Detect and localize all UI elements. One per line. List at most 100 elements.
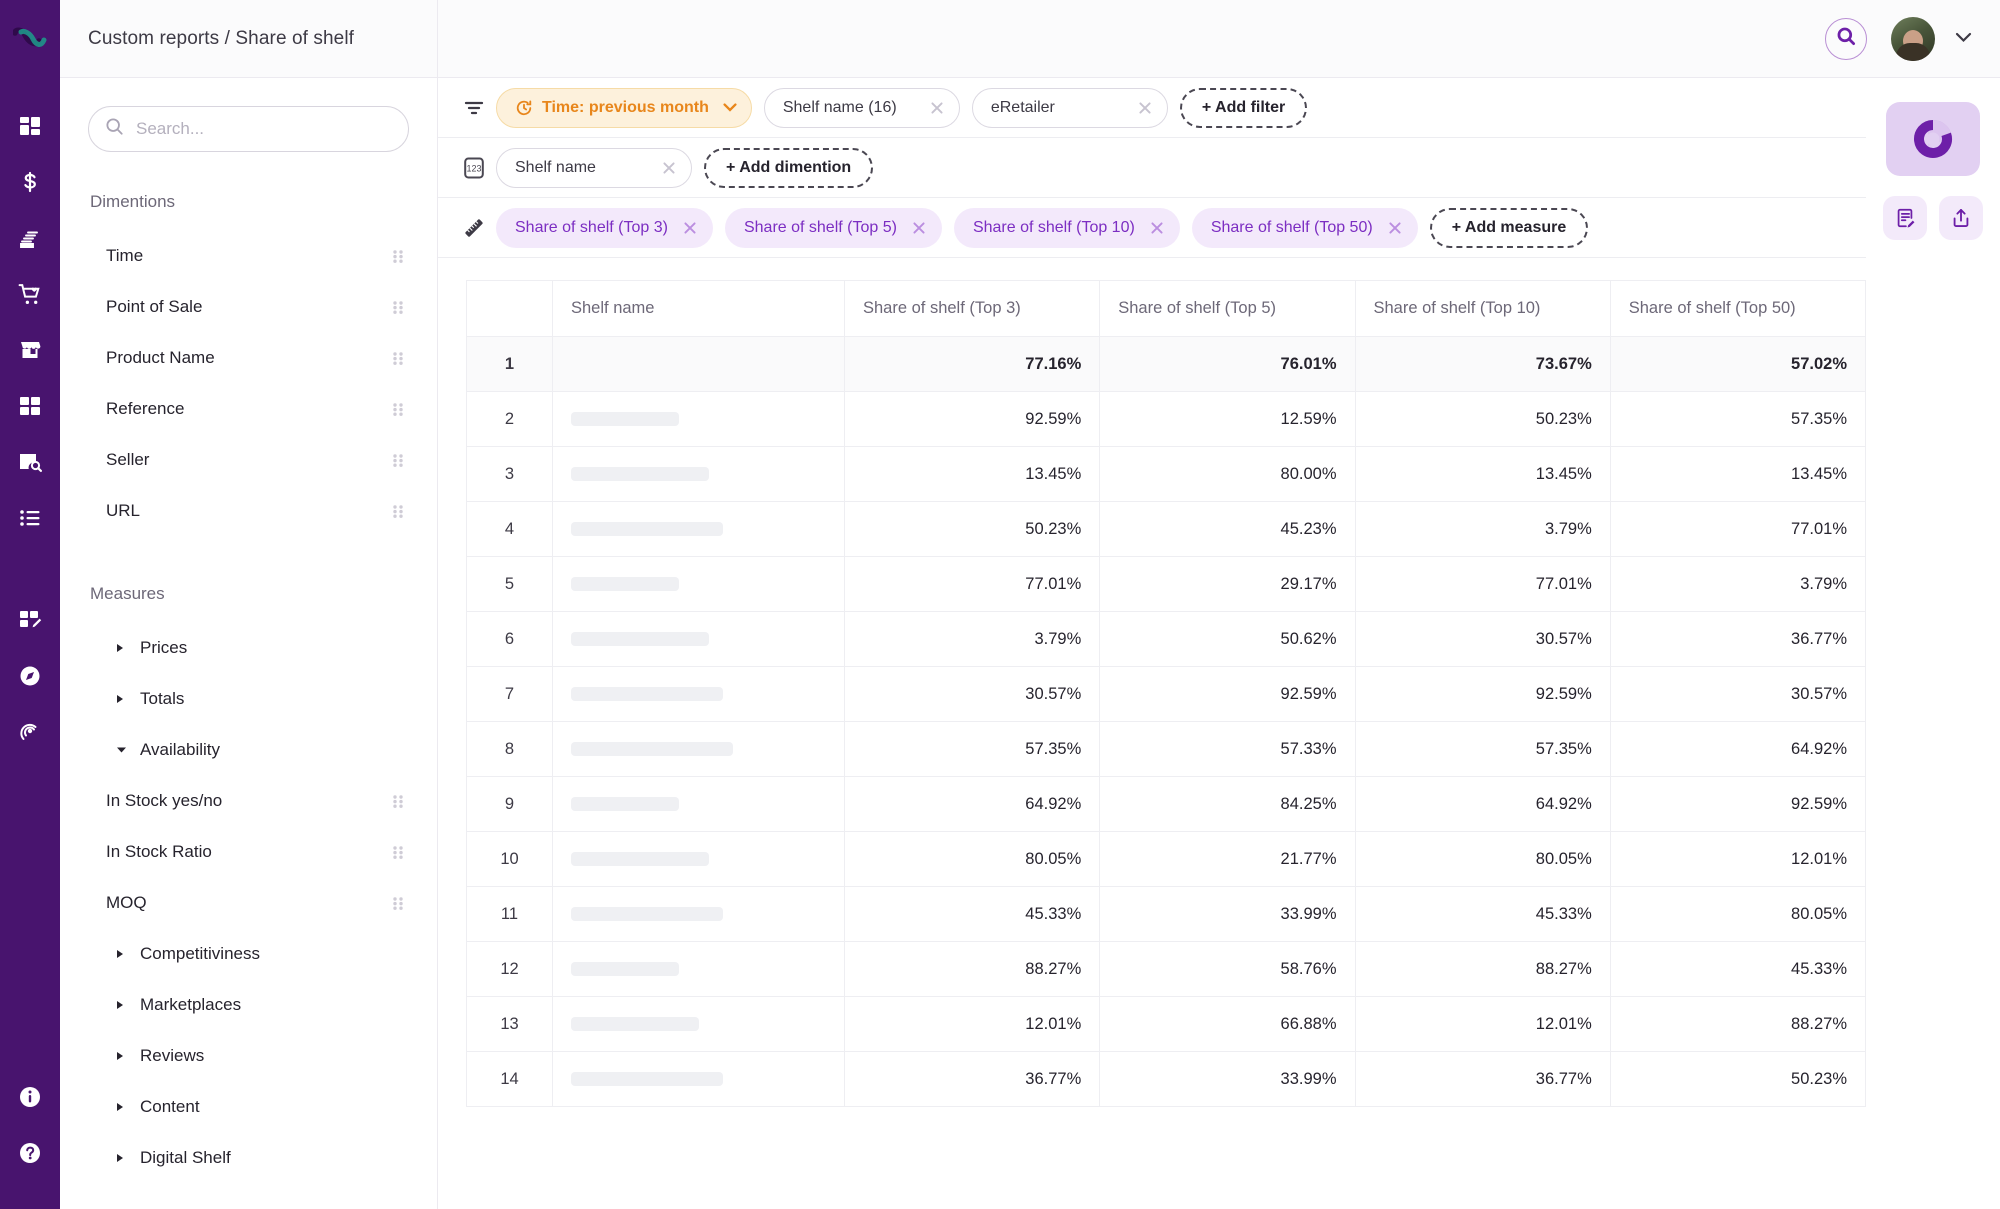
table-row[interactable]: 6 3.79% 50.62% 30.57% 36.77%	[466, 611, 1866, 667]
image-search-icon[interactable]	[8, 434, 52, 490]
dimension-item-product-name[interactable]: Product Name	[88, 332, 409, 383]
dashboard-icon[interactable]	[8, 98, 52, 154]
chip-measure-top10[interactable]: Share of shelf (Top 10)	[953, 207, 1180, 248]
skeleton-placeholder	[571, 852, 709, 866]
compass-icon[interactable]	[8, 648, 52, 704]
col-index[interactable]	[466, 280, 553, 337]
skeleton-placeholder	[571, 632, 709, 646]
cell-shelf-name	[552, 1051, 845, 1107]
global-search-button[interactable]	[1825, 17, 1867, 60]
close-icon[interactable]	[1137, 100, 1153, 116]
table-row[interactable]: 3 13.45% 80.00% 13.45% 13.45%	[466, 446, 1866, 502]
col-shelf-name[interactable]: Shelf name	[552, 280, 845, 337]
col-top10[interactable]: Share of shelf (Top 10)	[1354, 280, 1611, 337]
table-row[interactable]: 13 12.01% 66.88% 12.01% 88.27%	[466, 996, 1866, 1052]
table-row[interactable]: 10 80.05% 21.77% 80.05% 12.01%	[466, 831, 1866, 887]
cell-value: 30.57%	[1354, 611, 1611, 667]
col-top50[interactable]: Share of shelf (Top 50)	[1609, 280, 1866, 337]
radar-icon[interactable]	[8, 704, 52, 760]
chip-time-filter[interactable]: Time: previous month	[496, 87, 752, 128]
close-icon[interactable]	[1387, 220, 1403, 236]
drag-handle-icon[interactable]	[391, 844, 405, 860]
drag-handle-icon[interactable]	[391, 299, 405, 315]
measure-group-availability[interactable]: Availability	[88, 724, 409, 775]
cell-value: 77.01%	[1354, 556, 1611, 612]
measure-group-marketplaces[interactable]: Marketplaces	[88, 979, 409, 1030]
cell-value: 57.02%	[1609, 336, 1866, 392]
info-icon[interactable]	[8, 1069, 52, 1125]
close-icon[interactable]	[911, 220, 927, 236]
table-row[interactable]: 9 64.92% 84.25% 64.92% 92.59%	[466, 776, 1866, 832]
cell-value: 76.01%	[1099, 336, 1356, 392]
chip-filter-shelf-name[interactable]: Shelf name (16)	[763, 87, 960, 128]
table-row[interactable]: 2 92.59% 12.59% 50.23% 57.35%	[466, 391, 1866, 447]
col-top5[interactable]: Share of shelf (Top 5)	[1099, 280, 1356, 337]
drag-handle-icon[interactable]	[391, 350, 405, 366]
measure-group-reviews[interactable]: Reviews	[88, 1030, 409, 1081]
dimension-item-url[interactable]: URL	[88, 485, 409, 536]
share-export-icon[interactable]	[1939, 196, 1983, 240]
dimensions-list: Time Point of Sale Product Name Referenc…	[88, 230, 409, 536]
cell-value: 88.27%	[1354, 941, 1611, 997]
measure-item-in-stock-ratio[interactable]: In Stock Ratio	[88, 826, 409, 877]
measure-group-prices[interactable]: Prices	[88, 622, 409, 673]
list-icon[interactable]	[8, 490, 52, 546]
table-row[interactable]: 5 77.01% 29.17% 77.01% 3.79%	[466, 556, 1866, 612]
measure-group-digital-shelf[interactable]: Digital Shelf	[88, 1132, 409, 1183]
chip-filter-eretailer[interactable]: eRetailer	[971, 87, 1168, 128]
avatar[interactable]	[1891, 16, 1935, 61]
measure-item-moq[interactable]: MOQ	[88, 877, 409, 928]
cart-heart-icon[interactable]	[8, 266, 52, 322]
add-dimension-button[interactable]: + Add dimention	[704, 147, 874, 188]
drag-handle-icon[interactable]	[391, 401, 405, 417]
measure-group-totals[interactable]: Totals	[88, 673, 409, 724]
chip-measure-top3[interactable]: Share of shelf (Top 3)	[496, 207, 713, 248]
dollar-icon[interactable]	[8, 154, 52, 210]
brand-logo[interactable]	[8, 16, 52, 60]
table-row[interactable]: 11 45.33% 33.99% 45.33% 80.05%	[466, 886, 1866, 942]
drag-handle-icon[interactable]	[391, 793, 405, 809]
dimension-item-seller[interactable]: Seller	[88, 434, 409, 485]
chip-dimension-shelf-name[interactable]: Shelf name	[496, 147, 692, 188]
add-measure-button[interactable]: + Add measure	[1429, 207, 1589, 248]
edit-grid-icon[interactable]	[8, 592, 52, 648]
table-row[interactable]: 14 36.77% 33.99% 36.77% 50.23%	[466, 1051, 1866, 1107]
grid-icon[interactable]	[8, 378, 52, 434]
row-index: 10	[466, 831, 553, 887]
close-icon[interactable]	[682, 220, 698, 236]
panel-search[interactable]	[88, 106, 409, 152]
chip-measure-top50[interactable]: Share of shelf (Top 50)	[1191, 207, 1418, 248]
add-filter-button[interactable]: + Add filter	[1179, 87, 1308, 128]
donut-chart-icon[interactable]	[1886, 102, 1980, 176]
chevron-down-icon[interactable]	[723, 103, 737, 112]
cell-shelf-name	[552, 941, 845, 997]
help-icon[interactable]	[8, 1125, 52, 1181]
table-row[interactable]: 1 77.16% 76.01% 73.67% 57.02%	[466, 336, 1866, 392]
drag-handle-icon[interactable]	[391, 895, 405, 911]
store-icon[interactable]	[8, 322, 52, 378]
table-row[interactable]: 8 57.35% 57.33% 57.35% 64.92%	[466, 721, 1866, 777]
drag-handle-icon[interactable]	[391, 452, 405, 468]
close-icon[interactable]	[661, 160, 677, 176]
edit-note-icon[interactable]	[1883, 196, 1927, 240]
close-icon[interactable]	[929, 100, 945, 116]
col-top3[interactable]: Share of shelf (Top 3)	[843, 280, 1101, 337]
dimension-item-time[interactable]: Time	[88, 230, 409, 281]
chip-measure-top5[interactable]: Share of shelf (Top 5)	[724, 207, 942, 248]
chevron-down-icon[interactable]	[1955, 30, 1972, 48]
measure-group-content[interactable]: Content	[88, 1081, 409, 1132]
measure-item-in-stock-yes-no[interactable]: In Stock yes/no	[88, 775, 409, 826]
panel-body: Dimentions Time Point of Sale Product Na…	[60, 78, 437, 1183]
measure-group-competitiviness[interactable]: Competitiviness	[88, 928, 409, 979]
search-input[interactable]	[136, 119, 392, 139]
table-row[interactable]: 4 50.23% 45.23% 3.79% 77.01%	[466, 501, 1866, 557]
dimension-item-point-of-sale[interactable]: Point of Sale	[88, 281, 409, 332]
drag-handle-icon[interactable]	[391, 503, 405, 519]
cell-value: 92.59%	[1099, 666, 1356, 722]
dimension-item-reference[interactable]: Reference	[88, 383, 409, 434]
table-row[interactable]: 7 30.57% 92.59% 92.59% 30.57%	[466, 666, 1866, 722]
close-icon[interactable]	[1149, 220, 1165, 236]
table-row[interactable]: 12 88.27% 58.76% 88.27% 45.33%	[466, 941, 1866, 997]
drag-handle-icon[interactable]	[391, 248, 405, 264]
reports-stack-icon[interactable]	[8, 210, 52, 266]
